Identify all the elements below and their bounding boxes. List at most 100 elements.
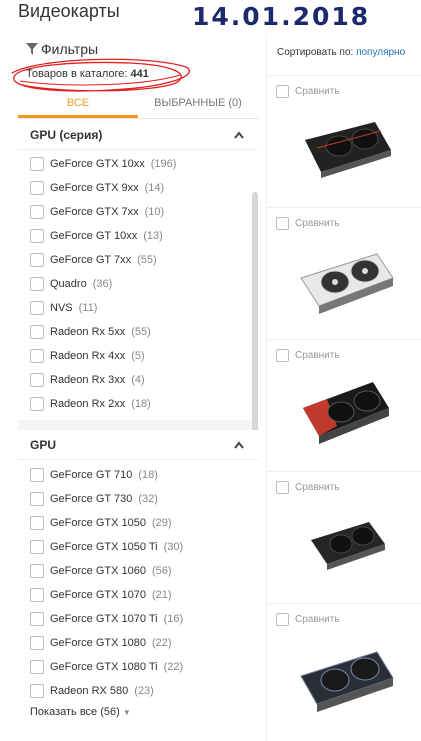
item-count: (11) [78, 302, 98, 314]
sort-select[interactable]: популярно [356, 47, 405, 58]
filters-title: Фильтры [41, 41, 99, 57]
filter-item-gt730[interactable]: GeForce GT 730 (32) [30, 489, 158, 509]
item-count: (22) [163, 661, 184, 673]
filter-item-gtx1070ti[interactable]: GeForce GTX 1070 Ti (16) [30, 609, 183, 629]
checkbox[interactable] [30, 397, 44, 411]
filter-item-gtx9xx[interactable]: GeForce GTX 9xx (14) [30, 178, 164, 198]
compare-label: Сравнить [295, 482, 340, 493]
checkbox[interactable] [30, 229, 44, 243]
item-count: (4) [131, 374, 145, 386]
checkbox[interactable] [30, 181, 44, 195]
checkbox[interactable] [276, 85, 289, 98]
filter-item-gtx1080[interactable]: GeForce GTX 1080 (22) [30, 633, 172, 653]
filter-item-quadro[interactable]: Quadro (36) [30, 274, 112, 294]
section-gpu-series: GPU (серия) GeForce GTX 10xx (196) GeForc… [18, 120, 258, 420]
item-label: GeForce GTX 9xx [50, 182, 139, 194]
item-count: (196) [150, 158, 177, 170]
compare-toggle[interactable]: Сравнить [276, 349, 340, 362]
item-count: (29) [152, 517, 172, 529]
checkbox[interactable] [30, 540, 44, 554]
show-all-link[interactable]: Показать все (56) ▼ [30, 706, 131, 718]
checkbox[interactable] [30, 660, 44, 674]
caret-down-icon: ▼ [122, 708, 131, 717]
compare-toggle[interactable]: Сравнить [276, 85, 340, 98]
compare-label: Сравнить [295, 86, 340, 97]
checkbox[interactable] [30, 253, 44, 267]
checkbox[interactable] [30, 516, 44, 530]
checkbox[interactable] [30, 636, 44, 650]
checkbox[interactable] [30, 301, 44, 315]
checkbox[interactable] [30, 492, 44, 506]
filter-item-rx2xx[interactable]: Radeon Rx 2xx (18) [30, 394, 151, 414]
product-card[interactable]: Сравнить [267, 471, 421, 603]
checkbox[interactable] [30, 205, 44, 219]
gpu-white-dual-fan-icon[interactable] [297, 242, 397, 320]
filter-item-gtx1070[interactable]: GeForce GTX 1070 (21) [30, 585, 172, 605]
catalog-count-label: Товаров в каталоге: [26, 68, 128, 80]
filter-item-gt7xx[interactable]: GeForce GT 7xx (55) [30, 250, 157, 270]
compare-label: Сравнить [295, 218, 340, 229]
gpu-blue-black-dual-fan-icon[interactable] [297, 638, 397, 716]
item-label: Radeon Rx 3xx [50, 374, 126, 386]
item-label: GeForce GTX 1080 [50, 637, 146, 649]
checkbox[interactable] [30, 373, 44, 387]
item-count: (5) [131, 350, 145, 362]
checkbox[interactable] [276, 217, 289, 230]
filters-header[interactable]: Фильтры [26, 41, 98, 57]
product-card[interactable]: Сравнить [267, 207, 421, 339]
filter-item-gtx7xx[interactable]: GeForce GTX 7xx (10) [30, 202, 164, 222]
item-count: (10) [144, 206, 165, 218]
checkbox[interactable] [30, 157, 44, 171]
checkbox[interactable] [30, 588, 44, 602]
gpu-black-compact-icon[interactable] [297, 506, 397, 584]
filter-item-gtx1080ti[interactable]: GeForce GTX 1080 Ti (22) [30, 657, 183, 677]
tab-selected[interactable]: ВЫБРАННЫЕ (0) [138, 93, 258, 118]
compare-toggle[interactable]: Сравнить [276, 481, 340, 494]
filter-list: GPU (серия) GeForce GTX 10xx (196) GeForc… [18, 120, 258, 741]
checkbox[interactable] [276, 349, 289, 362]
product-card[interactable]: Сравнить [267, 603, 421, 735]
filter-item-gtx1050[interactable]: GeForce GTX 1050 (29) [30, 513, 172, 533]
checkbox[interactable] [30, 684, 44, 698]
filter-item-rx5xx[interactable]: Radeon Rx 5xx (55) [30, 322, 151, 342]
compare-label: Сравнить [295, 350, 340, 361]
product-card[interactable]: Сравнить [267, 75, 421, 207]
item-count: (36) [92, 278, 113, 290]
checkbox[interactable] [30, 277, 44, 291]
compare-toggle[interactable]: Сравнить [276, 217, 340, 230]
filter-item-gt10xx[interactable]: GeForce GT 10xx (13) [30, 226, 163, 246]
item-label: GeForce GT 10xx [50, 230, 138, 242]
filter-item-rx4xx[interactable]: Radeon Rx 4xx (5) [30, 346, 145, 366]
compare-toggle[interactable]: Сравнить [276, 613, 340, 626]
checkbox[interactable] [276, 481, 289, 494]
filter-item-rx3xx[interactable]: Radeon Rx 3xx (4) [30, 370, 145, 390]
item-label: GeForce GTX 1070 Ti [50, 613, 158, 625]
section-gpu-series-header[interactable]: GPU (серия) [18, 120, 258, 150]
filter-item-gtx10xx[interactable]: GeForce GTX 10xx (196) [30, 154, 176, 174]
item-label: Radeon Rx 5xx [50, 326, 126, 338]
filter-item-gtx1050ti[interactable]: GeForce GTX 1050 Ti (30) [30, 537, 183, 557]
gpu-red-black-dual-fan-icon[interactable] [297, 374, 397, 452]
checkbox[interactable] [30, 325, 44, 339]
chevron-up-icon[interactable] [234, 440, 244, 449]
filter-item-nvs[interactable]: NVS (11) [30, 298, 97, 318]
product-card[interactable]: Сравнить [267, 339, 421, 471]
item-count: (55) [137, 254, 157, 266]
item-label: Radeon Rx 4xx [50, 350, 126, 362]
item-label: GeForce GTX 1050 Ti [50, 541, 158, 553]
item-label: GeForce GT 730 [50, 493, 133, 505]
catalog-count: Товаров в каталоге: 441 [26, 68, 149, 80]
checkbox[interactable] [276, 613, 289, 626]
filter-scrollbar[interactable] [252, 192, 258, 440]
checkbox[interactable] [30, 612, 44, 626]
checkbox[interactable] [30, 564, 44, 578]
filter-item-gt710[interactable]: GeForce GT 710 (18) [30, 465, 158, 485]
filter-item-rx580[interactable]: Radeon RX 580 (23) [30, 681, 154, 701]
checkbox[interactable] [30, 468, 44, 482]
gpu-black-dual-fan-icon[interactable] [297, 110, 397, 188]
checkbox[interactable] [30, 349, 44, 363]
chevron-up-icon[interactable] [234, 130, 244, 139]
section-gpu-header[interactable]: GPU [18, 430, 258, 460]
tab-all[interactable]: ВСЕ [18, 93, 138, 118]
filter-item-gtx1060[interactable]: GeForce GTX 1060 (56) [30, 561, 172, 581]
